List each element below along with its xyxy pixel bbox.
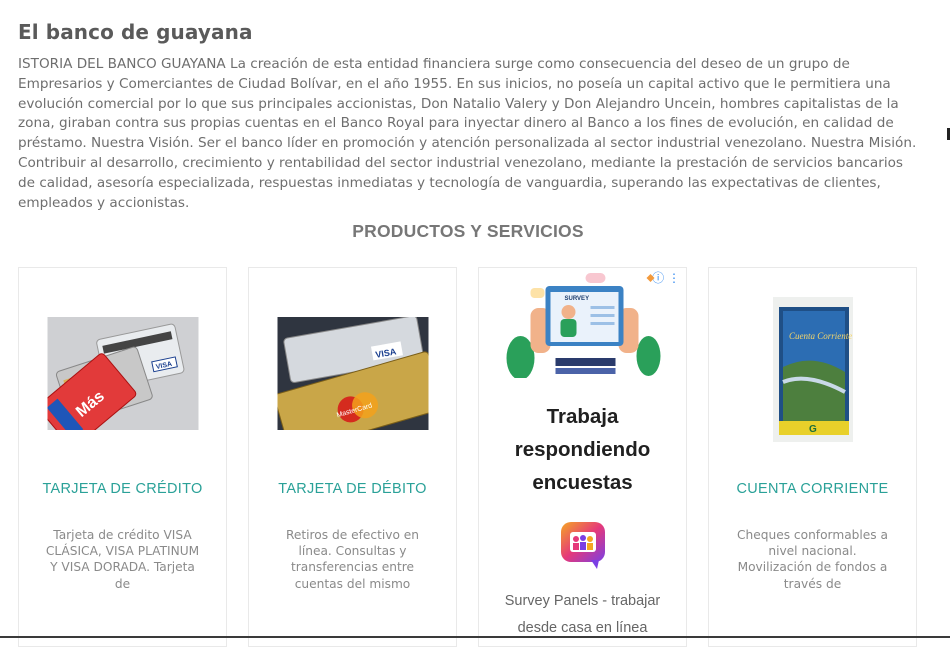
survey-screen-label: SURVEY [564,296,589,302]
ad-headline[interactable]: Trabaja respondiendo encuestas [479,400,686,499]
product-card-credit[interactable]: VISA Más TARJETA DE CRÉDITO Tarjeta de c… [18,267,227,647]
survey-illustration: SURVEY [500,268,665,378]
ad-card[interactable]: ⓘ ⋮ SURVEY Trabaja respondiendo encuesta… [478,267,687,647]
checkbook-title-label: Cuenta Corriente [789,331,852,341]
survey-panels-logo-icon[interactable] [560,522,605,574]
checking-account-title-link[interactable]: CUENTA CORRIENTE [709,481,916,497]
checkbook-image: Cuenta Corriente G [772,297,853,442]
checking-account-description: Cheques conformables a nivel nacional. M… [737,528,888,591]
kebab-menu-icon[interactable]: ⋮ [668,271,680,285]
product-card-checking[interactable]: Cuenta Corriente G CUENTA CORRIENTE Cheq… [708,267,917,647]
ad-headline-line: respondiendo [514,438,651,461]
ad-caption[interactable]: Survey Panels - trabajar desde casa en l… [479,588,686,642]
intro-paragraph: ISTORIA DEL BANCO GUAYANA La creación de… [18,56,917,211]
ad-caption-line: Survey Panels - trabajar [504,593,661,609]
page-title: El banco de guayana [18,20,253,44]
product-card-debit[interactable]: VISA MasterCard TARJETA DE DÉBITO Retiro… [248,267,457,647]
checkbook-logo-label: G [809,424,817,435]
ad-headline-line: Trabaja [546,405,619,428]
debit-cards-image: VISA MasterCard [277,317,428,430]
debit-card-description: Retiros de efectivo en línea. Consultas … [285,528,420,591]
ad-headline-line: encuestas [532,471,633,494]
credit-cards-image: VISA Más [47,317,198,430]
credit-card-title-link[interactable]: TARJETA DE CRÉDITO [19,481,226,497]
credit-card-description: Tarjeta de crédito VISA CLÁSICA, VISA PL… [45,528,200,591]
products-section-title: PRODUCTOS Y SERVICIOS [352,221,584,241]
debit-card-title-link[interactable]: TARJETA DE DÉBITO [249,481,456,497]
